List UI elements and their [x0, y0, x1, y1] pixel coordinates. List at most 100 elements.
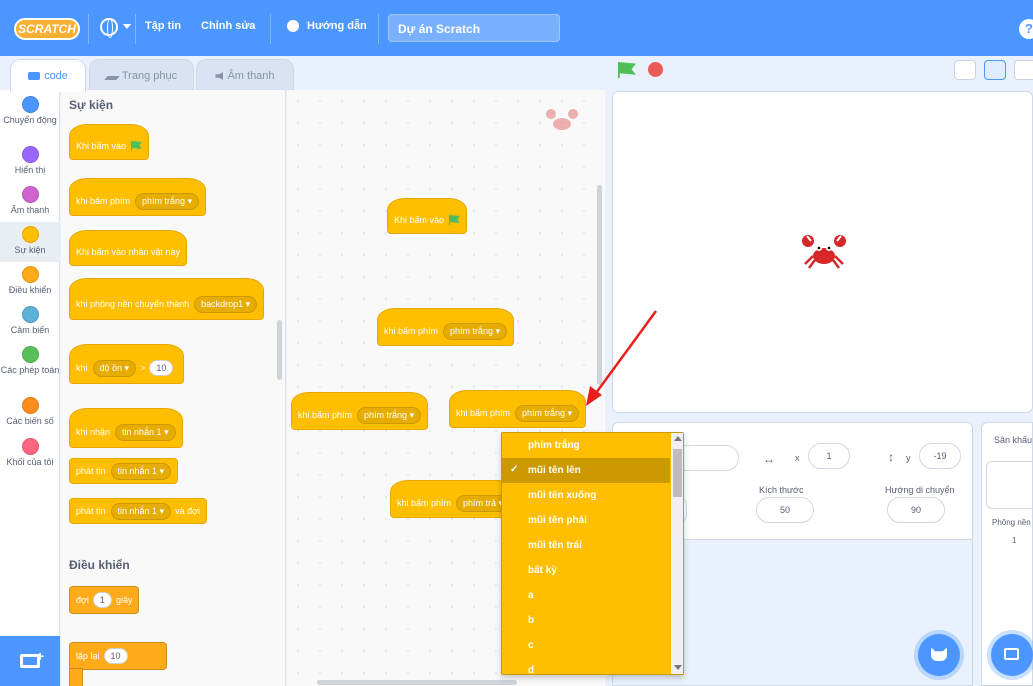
lightbulb-icon[interactable]	[287, 20, 299, 32]
block-label: khi bấm phím	[298, 410, 353, 420]
script-when-key-pressed[interactable]: khi bấm phím phím trắng	[377, 308, 515, 346]
category-variables[interactable]: Các biến số	[0, 397, 60, 429]
stage-canvas[interactable]	[612, 91, 1033, 413]
my-blocks-dot-icon	[21, 438, 39, 455]
block-wait[interactable]: đợi 1 giây	[69, 586, 140, 614]
block-when-backdrop-switches[interactable]: khi phông nền chuyển thành backdrop1	[69, 278, 265, 320]
block-label: và đợi	[175, 506, 201, 516]
tutorials-menu[interactable]: Hướng dẫn	[307, 20, 367, 32]
fullscreen-button[interactable]	[1014, 60, 1033, 80]
block-repeat[interactable]: lặp lại 10	[69, 642, 167, 670]
category-label: Âm thanh	[10, 205, 50, 215]
script-vertical-scrollbar[interactable]	[597, 185, 602, 385]
block-when-flag-clicked[interactable]: Khi bấm vào	[69, 124, 150, 160]
option-label: a	[528, 590, 534, 601]
dropdown-option[interactable]: mũi tên xuống	[502, 483, 670, 508]
green-flag-icon[interactable]	[618, 62, 636, 78]
block-when-loudness[interactable]: khi độ ồn>10	[69, 344, 185, 384]
palette-scrollbar[interactable]	[277, 320, 282, 380]
tab-code[interactable]: code	[10, 59, 86, 92]
dropdown-option[interactable]: b	[502, 608, 670, 633]
scratch-logo[interactable]: SCRATCH	[14, 18, 80, 40]
y-arrow-icon: ↕	[888, 450, 894, 464]
tab-sounds[interactable]: Âm thanh	[196, 59, 294, 91]
dropdown-option[interactable]: a	[502, 583, 670, 608]
size-input[interactable]: 50	[756, 497, 814, 523]
category-looks[interactable]: Hiển thị	[0, 146, 60, 178]
script-horizontal-scrollbar[interactable]	[317, 680, 517, 685]
x-input[interactable]: 1	[808, 443, 850, 469]
tab-costumes[interactable]: Trang phục	[89, 59, 194, 91]
block-label: khi	[76, 363, 88, 373]
globe-icon[interactable]	[100, 18, 118, 38]
block-when-key-pressed[interactable]: khi bấm phím phím trắng	[69, 178, 207, 216]
script-when-key-pressed-active[interactable]: khi bấm phím phím trắng	[449, 390, 587, 428]
key-dropdown[interactable]: phím trắng	[357, 406, 422, 424]
block-broadcast-and-wait[interactable]: phát tin tin nhắn 1và đợi	[69, 498, 208, 524]
file-menu[interactable]: Tập tin	[145, 20, 181, 32]
block-broadcast[interactable]: phát tin tin nhắn 1	[69, 458, 179, 484]
dropdown-option[interactable]: c	[502, 633, 670, 658]
block-palette: Sự kiện Khi bấm vào khi bấm phím phím trắ…	[61, 90, 286, 686]
scroll-up-icon[interactable]	[674, 436, 682, 441]
variables-dot-icon	[21, 397, 39, 414]
backdrop-dropdown[interactable]: backdrop1	[194, 295, 258, 313]
small-stage-button[interactable]	[954, 60, 976, 80]
direction-input[interactable]: 90	[887, 497, 945, 523]
block-label: khi bấm phím	[456, 408, 511, 418]
key-dropdown[interactable]: phím trắng	[135, 192, 200, 210]
wait-input[interactable]: 1	[92, 592, 112, 608]
block-when-i-receive[interactable]: khi nhận tin nhắn 1	[69, 408, 183, 448]
loudness-input[interactable]: 10	[149, 360, 174, 376]
category-motion[interactable]: Chuyển động	[0, 96, 60, 140]
normal-stage-button[interactable]	[984, 60, 1006, 80]
key-dropdown-menu: phím trắng ✓ mũi tên lên mũi tên xuống mũ…	[501, 432, 684, 675]
sprite-watermark-crab-icon	[546, 109, 578, 130]
key-dropdown-open[interactable]: phím trắng	[515, 404, 580, 422]
block-label: giây	[115, 595, 133, 605]
green-flag-icon	[131, 141, 143, 151]
message-dropdown[interactable]: tin nhắn 1	[110, 502, 172, 520]
scroll-down-icon[interactable]	[674, 665, 682, 670]
stage-thumbnail[interactable]	[986, 461, 1032, 509]
category-control[interactable]: Điều khiển	[0, 266, 60, 298]
loudness-dropdown[interactable]: độ ồn	[92, 359, 137, 377]
category-sensing[interactable]: Cảm biến	[0, 306, 60, 338]
key-dropdown[interactable]: phím trắng	[443, 322, 508, 340]
dropdown-option[interactable]: mũi tên phải	[502, 508, 670, 533]
backdrops-count: 1	[1012, 536, 1017, 545]
category-operators[interactable]: Các phép toán	[0, 346, 60, 390]
repeat-input[interactable]: 10	[103, 648, 128, 664]
message-dropdown[interactable]: tin nhắn 1	[115, 423, 176, 441]
category-sound[interactable]: Âm thanh	[0, 186, 60, 218]
tab-code-label: code	[44, 70, 68, 82]
dropdown-option[interactable]: phím trắng	[502, 433, 670, 458]
dropdown-scrollbar[interactable]	[671, 433, 683, 674]
menu-bar: SCRATCH Tập tin Chỉnh sửa Hướng dẫn Dự á…	[0, 0, 1033, 56]
help-icon[interactable]: ?	[1019, 19, 1033, 39]
dropdown-option[interactable]: bất kỳ	[502, 558, 670, 583]
choose-backdrop-button[interactable]	[991, 634, 1033, 676]
category-events[interactable]: Sự kiện	[0, 222, 60, 262]
script-when-key-pressed[interactable]: khi bấm phím phím trắng	[291, 392, 429, 430]
stop-icon[interactable]	[648, 62, 663, 77]
block-when-sprite-clicked[interactable]: Khi bấm vào nhân vật này	[69, 230, 188, 266]
dropdown-option[interactable]: mũi tên trái	[502, 533, 670, 558]
edit-menu[interactable]: Chỉnh sửa	[201, 20, 255, 32]
category-my-blocks[interactable]: Khối của tôi	[0, 438, 60, 470]
events-heading: Sự kiện	[69, 98, 114, 112]
chevron-down-icon[interactable]	[123, 24, 131, 29]
script-when-flag-clicked[interactable]: Khi bấm vào	[387, 198, 468, 234]
script-when-key-pressed[interactable]: khi bấm phím phím trả	[390, 480, 518, 518]
choose-sprite-button[interactable]	[918, 634, 960, 676]
category-label: Hiển thị	[14, 165, 46, 175]
project-title-input[interactable]: Dự án Scratch	[388, 14, 560, 42]
scroll-thumb[interactable]	[673, 449, 682, 497]
add-extension-button[interactable]: +	[0, 636, 60, 686]
dropdown-option[interactable]: d	[502, 658, 670, 674]
dropdown-option-selected[interactable]: ✓ mũi tên lên	[502, 458, 670, 483]
y-input[interactable]: -19	[919, 443, 961, 469]
crab-sprite[interactable]	[801, 232, 847, 270]
message-dropdown[interactable]: tin nhắn 1	[110, 462, 172, 480]
option-label: mũi tên trái	[528, 540, 582, 551]
